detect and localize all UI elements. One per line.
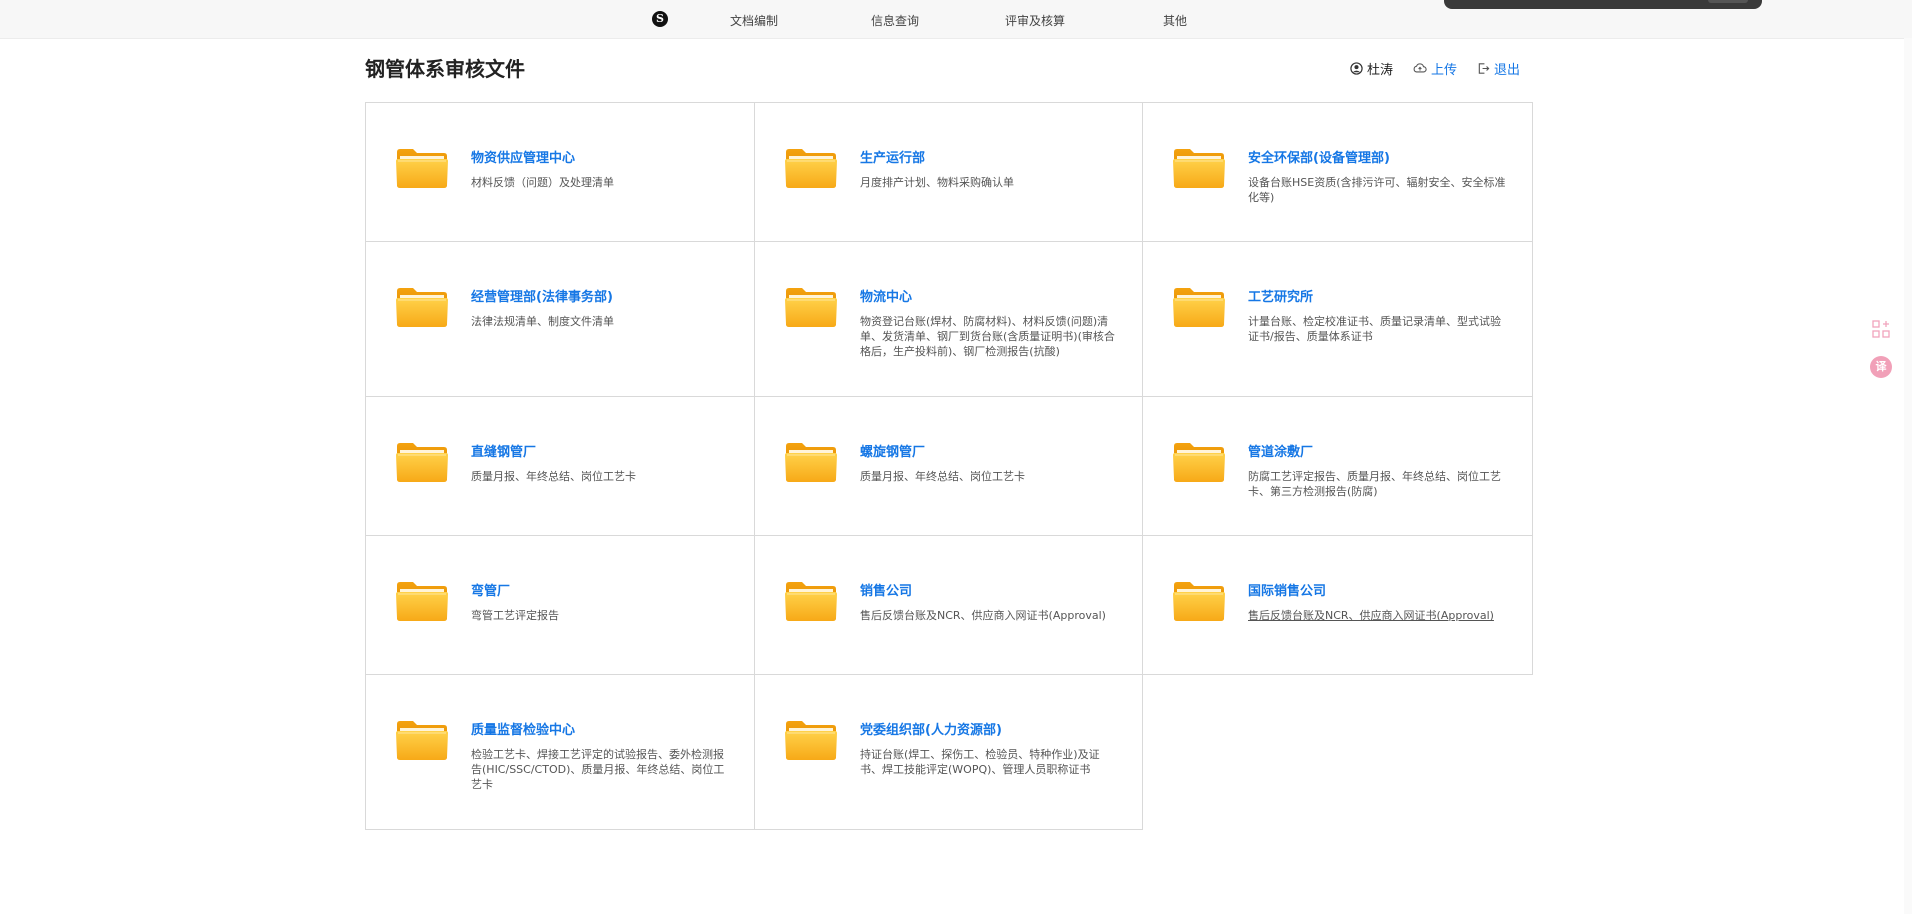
department-title[interactable]: 经营管理部(法律事务部) xyxy=(471,286,613,305)
department-card[interactable]: 党委组织部(人力资源部) 持证台账(焊工、探伤工、检验员、特种作业)及证书、焊工技… xyxy=(755,675,1143,830)
department-title[interactable]: 螺旋钢管厂 xyxy=(860,441,925,460)
folder-icon xyxy=(785,582,837,621)
popup-button-edge[interactable] xyxy=(1708,0,1748,3)
department-description: 月度排产计划、物料采购确认单 xyxy=(860,176,1014,189)
folder-icon xyxy=(396,288,448,327)
department-grid: 物资供应管理中心材料反馈（问题）及处理清单 生产运行部月度排产计划、物料采购确认… xyxy=(365,102,1533,830)
department-description: 售后反馈台账及NCR、供应商入网证书(Approval) xyxy=(860,609,1106,622)
department-card[interactable]: 销售公司售后反馈台账及NCR、供应商入网证书(Approval) xyxy=(755,536,1143,675)
department-card[interactable]: 管道涂敷厂防腐工艺评定报告、质量月报、年终总结、岗位工艺卡、第三方检测报告(防腐… xyxy=(1143,397,1533,536)
folder-icon xyxy=(396,721,448,760)
department-title[interactable]: 管道涂敷厂 xyxy=(1248,441,1313,460)
department-description: 质量月报、年终总结、岗位工艺卡 xyxy=(471,470,636,483)
department-description: 设备台账HSE资质(含排污许可、辐射安全、安全标准化等) xyxy=(1248,176,1506,204)
cloud-upload-icon xyxy=(1413,63,1427,73)
folder-icon xyxy=(1173,582,1225,621)
department-description: 售后反馈台账及NCR、供应商入网证书(Approval) xyxy=(1248,609,1494,622)
nav-item-other[interactable]: 其他 xyxy=(1163,12,1187,29)
nav-item-document-editing[interactable]: 文档编制 xyxy=(730,12,778,29)
folder-icon xyxy=(785,721,837,760)
department-card[interactable]: 质量监督检验中心检验工艺卡、焊接工艺评定的试验报告、委外检测报告(HIC/SSC… xyxy=(366,675,755,830)
folder-icon xyxy=(785,149,837,188)
folder-icon xyxy=(1173,443,1225,482)
department-card[interactable]: 物资供应管理中心材料反馈（问题）及处理清单 xyxy=(366,103,755,242)
department-title[interactable]: 党委组织部(人力资源部) xyxy=(860,719,1002,738)
department-title[interactable]: 安全环保部(设备管理部) xyxy=(1248,147,1390,166)
overlay-popup-edge xyxy=(1444,0,1762,9)
folder-icon xyxy=(1173,288,1225,327)
department-card[interactable]: 经营管理部(法律事务部) 法律法规清单、制度文件清单 xyxy=(366,242,755,397)
folder-icon xyxy=(396,582,448,621)
department-title[interactable]: 直缝钢管厂 xyxy=(471,441,536,460)
upload-label: 上传 xyxy=(1431,62,1458,78)
logout-link[interactable]: 退出 xyxy=(1477,59,1520,78)
folder-icon xyxy=(396,443,448,482)
department-description: 持证台账(焊工、探伤工、检验员、特种作业)及证书、焊工技能评定(WOPQ)、管理… xyxy=(860,748,1100,776)
department-description: 防腐工艺评定报告、质量月报、年终总结、岗位工艺卡、第三方检测报告(防腐) xyxy=(1248,470,1501,498)
user-actions: 杜涛 上传 退出 xyxy=(1350,59,1520,78)
nav-item-information-query[interactable]: 信息查询 xyxy=(871,12,919,29)
logout-icon xyxy=(1478,62,1490,74)
folder-icon xyxy=(785,288,837,327)
upload-link[interactable]: 上传 xyxy=(1413,59,1457,78)
department-description: 弯管工艺评定报告 xyxy=(471,609,559,622)
logout-label: 退出 xyxy=(1494,62,1521,78)
folder-icon xyxy=(785,443,837,482)
department-title[interactable]: 生产运行部 xyxy=(860,147,925,166)
page-title: 钢管体系审核文件 xyxy=(365,57,525,81)
department-card[interactable]: 弯管厂弯管工艺评定报告 xyxy=(366,536,755,675)
department-description: 材料反馈（问题）及处理清单 xyxy=(471,176,614,189)
department-card[interactable]: 物流中心物资登记台账(焊材、防腐材料)、材料反馈(问题)清单、发货清单、钢厂到货… xyxy=(755,242,1143,397)
folder-icon xyxy=(1173,149,1225,188)
department-title[interactable]: 物流中心 xyxy=(860,286,912,305)
department-title[interactable]: 物资供应管理中心 xyxy=(471,147,575,166)
app-logo-icon[interactable]: S xyxy=(652,11,668,27)
user-name: 杜涛 xyxy=(1367,62,1394,78)
page-scrollbar[interactable] xyxy=(1904,38,1912,914)
department-description: 计量台账、检定校准证书、质量记录清单、型式试验证书/报告、质量体系证书 xyxy=(1248,315,1501,343)
department-card[interactable]: 工艺研究所计量台账、检定校准证书、质量记录清单、型式试验证书/报告、质量体系证书 xyxy=(1143,242,1533,397)
department-description: 法律法规清单、制度文件清单 xyxy=(471,315,614,328)
department-title[interactable]: 销售公司 xyxy=(860,580,912,599)
department-title[interactable]: 工艺研究所 xyxy=(1248,286,1313,305)
user-profile[interactable]: 杜涛 xyxy=(1350,59,1393,78)
department-description: 物资登记台账(焊材、防腐材料)、材料反馈(问题)清单、发货清单、钢厂到货台账(含… xyxy=(860,315,1115,358)
department-description: 质量月报、年终总结、岗位工艺卡 xyxy=(860,470,1025,483)
folder-icon xyxy=(396,149,448,188)
user-circle-icon xyxy=(1350,61,1363,75)
department-description: 检验工艺卡、焊接工艺评定的试验报告、委外检测报告(HIC/SSC/CTOD)、质… xyxy=(471,748,725,791)
translate-icon[interactable]: 译 xyxy=(1870,356,1892,378)
department-title[interactable]: 质量监督检验中心 xyxy=(471,719,575,738)
department-card[interactable]: 生产运行部月度排产计划、物料采购确认单 xyxy=(755,103,1143,242)
department-card[interactable]: 螺旋钢管厂质量月报、年终总结、岗位工艺卡 xyxy=(755,397,1143,536)
department-card[interactable]: 直缝钢管厂质量月报、年终总结、岗位工艺卡 xyxy=(366,397,755,536)
department-title[interactable]: 国际销售公司 xyxy=(1248,580,1326,599)
app-grid-plus-icon[interactable] xyxy=(1870,318,1892,340)
nav-item-review-accounting[interactable]: 评审及核算 xyxy=(1005,12,1065,29)
department-card[interactable]: 安全环保部(设备管理部) 设备台账HSE资质(含排污许可、辐射安全、安全标准化等) xyxy=(1143,103,1533,242)
department-title[interactable]: 弯管厂 xyxy=(471,580,510,599)
department-card[interactable]: 国际销售公司售后反馈台账及NCR、供应商入网证书(Approval) xyxy=(1143,536,1533,675)
